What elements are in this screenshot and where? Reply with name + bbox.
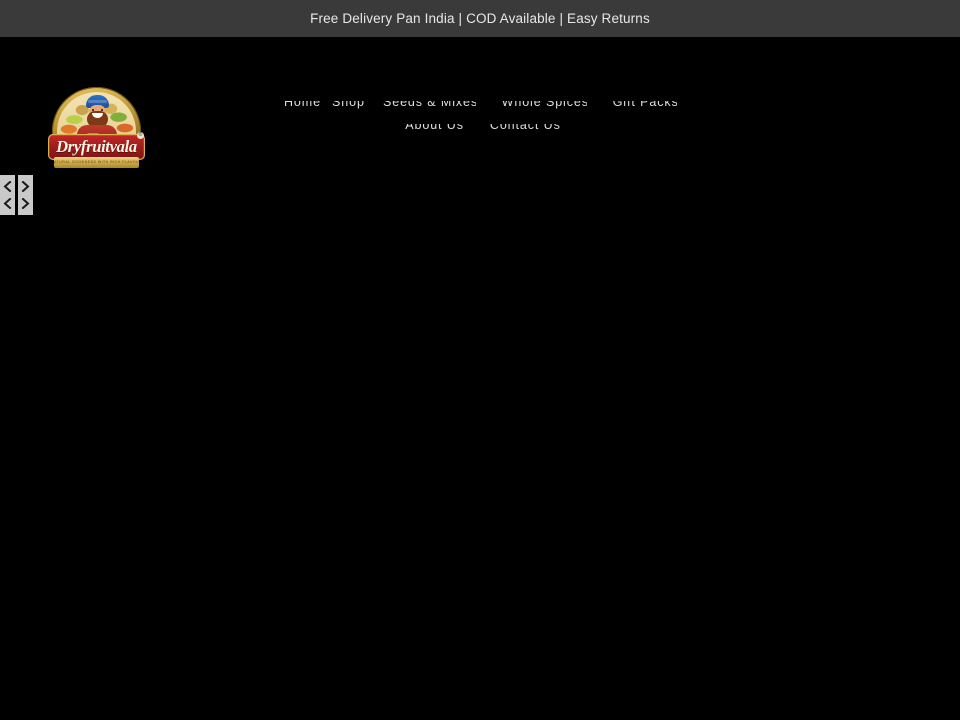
carousel-controls <box>0 175 33 215</box>
chevron-left-icon <box>3 198 12 209</box>
chevron-left-icon <box>3 181 12 192</box>
nav-item-shop-label: Shop <box>332 101 364 109</box>
chevron-right-icon <box>21 181 30 192</box>
registered-trademark-icon: ® <box>137 132 144 139</box>
logo-wordmark: Dryfruitvala <box>56 136 137 156</box>
nav-item-whole-spices-label: Whole Spices <box>501 101 587 109</box>
nav-item-home[interactable]: Home <box>284 101 320 115</box>
nav-item-shop[interactable]: Shop <box>332 101 364 115</box>
logo-badge: Dryfruitvala ® NATURAL GOODNESS WITH RIC… <box>48 87 145 169</box>
nav-item-seeds-and-mixes-label: Seeds & Mixes <box>382 101 476 109</box>
logo-tagline: NATURAL GOODNESS WITH RICH FLAVOUR <box>54 159 139 164</box>
announcement-bar: Free Delivery Pan India | COD Available … <box>0 0 960 37</box>
site-header: Dryfruitvala ® NATURAL GOODNESS WITH RIC… <box>0 37 960 215</box>
nav-row-secondary: About Us Contact Us <box>270 124 690 147</box>
nav-item-seeds-and-mixes[interactable]: Seeds & Mixes <box>383 101 476 115</box>
site-logo[interactable]: Dryfruitvala ® NATURAL GOODNESS WITH RIC… <box>48 87 145 169</box>
nav-item-about-us-label: About Us <box>405 124 464 132</box>
nav-row-primary: Home Shop Seeds & Mixes Whole Spices Gif… <box>270 101 690 124</box>
nav-item-contact-us-label: Contact Us <box>489 124 561 132</box>
logo-tagline-ribbon: NATURAL GOODNESS WITH RICH FLAVOUR <box>54 157 139 168</box>
nav-item-whole-spices[interactable]: Whole Spices <box>502 101 587 115</box>
chevron-right-icon <box>21 198 30 209</box>
nav-item-gift-packs-label: Gift Packs <box>612 101 677 109</box>
carousel-prev-button[interactable] <box>0 175 15 215</box>
carousel-next-button[interactable] <box>18 175 33 215</box>
nav-item-home-label: Home <box>284 101 321 109</box>
announcement-text: Free Delivery Pan India | COD Available … <box>310 10 650 26</box>
nav-item-gift-packs[interactable]: Gift Packs <box>613 101 677 115</box>
main-navigation: Home Shop Seeds & Mixes Whole Spices Gif… <box>270 101 690 147</box>
nav-item-about-us[interactable]: About Us <box>405 124 464 138</box>
nav-item-contact-us[interactable]: Contact Us <box>490 124 561 138</box>
page-content-area <box>0 140 960 720</box>
